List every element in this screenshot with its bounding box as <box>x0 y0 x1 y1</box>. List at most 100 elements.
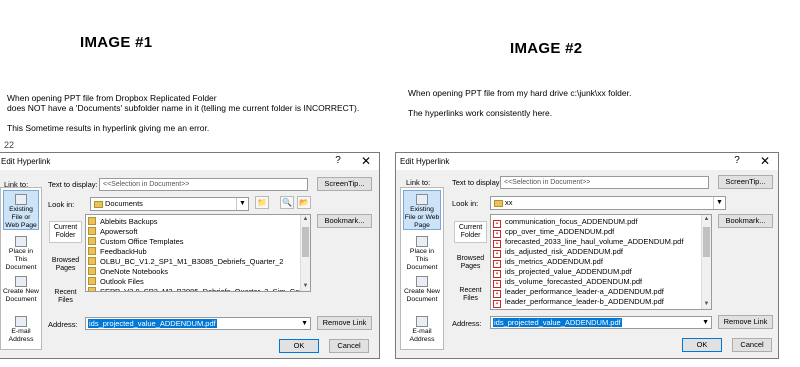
file-list[interactable]: ▪ leader_performance_leader-b_ADDENDUM.pd… <box>490 214 712 310</box>
pdf-file-icon: ▪ <box>493 250 501 258</box>
sidebar-email-address[interactable]: E-mail Address <box>3 314 39 348</box>
sidebar-existing-file[interactable]: Existing File or Web Page <box>403 190 441 230</box>
list-item-label: Custom Office Templates <box>100 237 184 246</box>
list-item[interactable]: Outlook Files <box>88 277 144 287</box>
text-to-display-label: Text to display: <box>48 180 98 189</box>
list-item[interactable]: ▪ leader_performance_leader-b_ADDENDUM.pd… <box>493 297 664 308</box>
sidebar-create-label: Create New Document <box>3 288 39 303</box>
sidebar-email-address[interactable]: E-mail Address <box>403 314 441 348</box>
image1-heading: IMAGE #1 <box>80 34 153 51</box>
scroll-thumb[interactable] <box>703 227 710 257</box>
pdf-file-icon: ▪ <box>493 280 501 288</box>
pdf-file-icon: ▪ <box>493 270 501 278</box>
address-input[interactable]: ids_projected_value_ADDENDUM.pdf ▼ <box>490 316 712 329</box>
link-to-label: Link to: <box>406 178 431 187</box>
bookmark-button[interactable]: Bookmark... <box>718 214 773 228</box>
browse-file-button[interactable]: 📂 <box>297 196 311 209</box>
image2-heading: IMAGE #2 <box>510 40 583 57</box>
subnav-recent-files[interactable]: Recent Files <box>49 289 82 305</box>
file-list[interactable]: SSSCB_V1.1_M2_B3085_Debriefs_PY_Q4SEPP_V… <box>85 214 311 292</box>
list-item[interactable]: Ablebits Backups <box>88 217 158 227</box>
list-item[interactable]: ▪ forecasted_2033_line_haul_volume_ADDEND… <box>493 237 683 248</box>
address-label: Address: <box>452 319 482 328</box>
scroll-up-icon[interactable]: ▲ <box>301 215 310 224</box>
chevron-down-icon: ▼ <box>236 198 248 210</box>
list-item[interactable]: ▪ cpp_over_time_ADDENDUM.pdf <box>493 227 614 238</box>
link-to-sidebar: Existing File or Web Page Place in This … <box>0 187 42 350</box>
sidebar-existing-file[interactable]: Existing File or Web Page <box>3 190 39 230</box>
list-item[interactable]: ▪ ids_adjusted_risk_ADDENDUM.pdf <box>493 247 623 258</box>
list-item[interactable]: ▪ ids_metrics_ADDENDUM.pdf <box>493 257 603 268</box>
subnav-current-folder[interactable]: Current Folder <box>454 221 487 243</box>
list-item[interactable]: OneNote Notebooks <box>88 267 168 277</box>
list-item[interactable]: ▪ ids_volume_forecasted_ADDENDUM.pdf <box>493 277 642 288</box>
remove-link-button[interactable]: Remove Link <box>317 316 372 330</box>
list-item[interactable]: Apowersoft <box>88 227 138 237</box>
list-item[interactable]: Custom Office Templates <box>88 237 184 247</box>
subnav-recent-files[interactable]: Recent Files <box>454 287 487 303</box>
sidebar-place-label: Place in This Document <box>5 248 37 271</box>
text-to-display-input[interactable]: <<Selection in Document>> <box>99 178 308 191</box>
list-item-label: Ablebits Backups <box>100 217 158 226</box>
browse-web-button[interactable]: 🔍 <box>280 196 294 209</box>
subnav-browsed-pages[interactable]: Browsed Pages <box>454 255 487 271</box>
look-in-value: Documents <box>105 199 143 208</box>
sidebar-place-in-document[interactable]: Place in This Document <box>3 234 39 271</box>
list-item-label: Outlook Files <box>100 277 144 286</box>
list-item-label: Apowersoft <box>100 227 138 236</box>
scroll-up-icon[interactable]: ▲ <box>702 215 711 224</box>
look-in-value: xx <box>505 198 513 207</box>
sidebar-create-new-document[interactable]: Create New Document <box>403 274 441 310</box>
list-item-label: OneNote Notebooks <box>100 267 168 276</box>
list-item[interactable]: ▪ ids_projected_value_ADDENDUM.pdf <box>493 267 632 278</box>
folder-icon <box>88 277 96 285</box>
ok-button[interactable]: OK <box>279 339 319 353</box>
screentip-button[interactable]: ScreenTip... <box>718 175 773 189</box>
scroll-down-icon[interactable]: ▼ <box>702 300 711 309</box>
help-button[interactable]: ? <box>730 155 744 166</box>
address-input[interactable]: ids_projected_value_ADDENDUM.pdf ▼ <box>85 317 311 330</box>
dialog-titlebar: Edit Hyperlink ? ✕ <box>396 153 778 170</box>
scroll-down-icon[interactable]: ▼ <box>301 282 310 291</box>
close-button[interactable]: ✕ <box>359 154 373 168</box>
bookmark-button[interactable]: Bookmark... <box>317 214 372 228</box>
list-item-label: ids_metrics_ADDENDUM.pdf <box>505 257 603 266</box>
globe-file-icon <box>15 194 27 205</box>
subnav-browsed-pages[interactable]: Browsed Pages <box>49 257 82 273</box>
email-icon <box>416 316 428 327</box>
sidebar-create-new-document[interactable]: Create New Document <box>3 274 39 310</box>
ok-button[interactable]: OK <box>682 338 722 352</box>
list-item[interactable]: OLBU_BC_V1.2_SP1_M1_B3085_Debriefs_Quart… <box>88 257 283 267</box>
scroll-thumb[interactable] <box>302 227 309 257</box>
close-button[interactable]: ✕ <box>758 154 772 168</box>
look-in-dropdown[interactable]: xx ▼ <box>490 196 726 210</box>
list-item[interactable]: FeedbackHub <box>88 247 147 257</box>
help-button[interactable]: ? <box>331 155 345 166</box>
folder-icon <box>88 247 96 255</box>
list-item[interactable]: ▪ leader_performance_leader-a_ADDENDUM.pd… <box>493 287 664 298</box>
image1-note-line2: does NOT have a 'Documents' subfolder na… <box>7 103 360 113</box>
document-icon <box>416 236 428 247</box>
sidebar-place-in-document[interactable]: Place in This Document <box>403 234 441 271</box>
chevron-down-icon: ▼ <box>301 320 308 327</box>
document-icon <box>15 236 27 247</box>
folder-icon <box>88 217 96 225</box>
list-item[interactable]: ▪ communication_focus_ADDENDUM.pdf <box>493 217 638 228</box>
file-list-scrollbar[interactable]: ▲ ▼ <box>300 215 310 291</box>
cancel-button[interactable]: Cancel <box>329 339 369 353</box>
file-list-scrollbar[interactable]: ▲ ▼ <box>701 215 711 309</box>
folder-icon <box>88 257 96 265</box>
look-in-dropdown[interactable]: Documents ▼ <box>90 197 249 211</box>
screentip-button[interactable]: ScreenTip... <box>317 177 372 191</box>
sidebar-existing-file-label: Existing File or Web Page <box>5 206 37 229</box>
text-to-display-label: Text to display: <box>452 178 502 187</box>
cancel-button[interactable]: Cancel <box>732 338 772 352</box>
up-folder-button[interactable]: 📁 <box>255 196 269 209</box>
folder-icon <box>88 287 96 291</box>
list-item[interactable]: SEPP_V2.9_SP3_M3_B3085_Debriefs_Quarter_… <box>88 287 310 291</box>
text-to-display-input[interactable]: <<Selection in Document>> <box>500 176 709 189</box>
sidebar-existing-file-label: Existing File or Web Page <box>404 206 440 229</box>
pdf-file-icon: ▪ <box>493 260 501 268</box>
subnav-current-folder[interactable]: Current Folder <box>49 221 82 243</box>
remove-link-button[interactable]: Remove Link <box>718 315 773 329</box>
